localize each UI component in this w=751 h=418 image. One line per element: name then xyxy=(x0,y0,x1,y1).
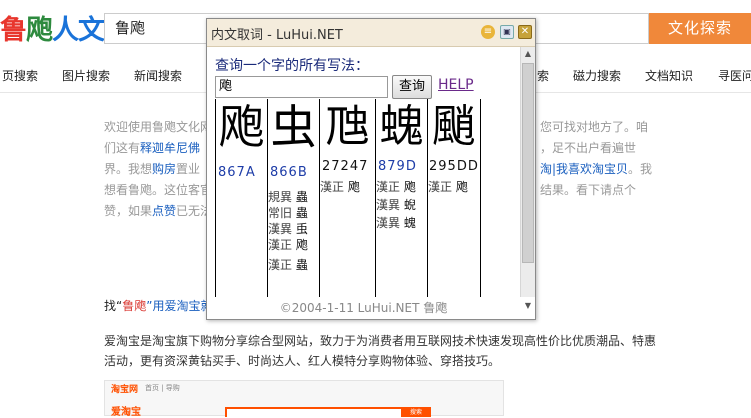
glyph-column-295DD[interactable]: 颵 295DD 漢正 飑 xyxy=(427,99,481,297)
intro-line-2: 们这有释迦牟尼佛 xyxy=(104,141,201,155)
dictionary-popup: 内文取词 - LuHui.NET ≡ ▣ ✕ 查询一个字的所有写法： 飑 查询 … xyxy=(206,18,536,320)
glyph-column-879D[interactable]: 螝 879D 漢正 飑 漢異 蜺 漢異 螝 xyxy=(375,99,428,297)
link-house[interactable]: 购房 xyxy=(152,162,176,176)
variant-row: 漢異 䖝 xyxy=(268,222,308,236)
nav-image-search[interactable]: 图片搜索 xyxy=(62,67,110,84)
link-buddha[interactable]: 释迦牟尼佛 xyxy=(140,141,200,155)
intro-line-5: 赞，如果点赞已无法 xyxy=(104,204,213,218)
variant-row: 漢正 飑 xyxy=(428,180,468,194)
glyph-code: 867A xyxy=(218,165,256,180)
taobao-nav: 首页 | 导购 xyxy=(145,384,180,392)
query-prompt: 查询一个字的所有写法： xyxy=(215,58,369,74)
search-button[interactable]: 文化探索 xyxy=(649,13,751,44)
scroll-up-icon[interactable]: ▲ xyxy=(521,47,535,61)
taobao-logo: 淘宝网 xyxy=(111,385,139,395)
shop-title[interactable]: 找“鲁飑”用爱淘宝就 xyxy=(104,297,212,314)
intro-line-4-end: 结果。看下请点个 xyxy=(540,183,637,197)
intro-line-2-end: ，足不出户看遍世 xyxy=(540,141,637,155)
help-link[interactable]: HELP xyxy=(438,77,474,93)
nav-news-search[interactable]: 新闻搜索 xyxy=(134,67,182,84)
nav-docs[interactable]: 文档知识 xyxy=(645,67,693,84)
query-button[interactable]: 查询 xyxy=(392,75,432,99)
glyph-char: 颵 xyxy=(432,101,476,152)
popup-copyright: ©2004-1-11 LuHui.NET 鲁飑 xyxy=(279,301,448,315)
intro-line-3-end: 淘|我喜欢淘宝贝。我 xyxy=(540,162,653,176)
intro-line-3: 界。我想购房置业 xyxy=(104,162,201,176)
nav-medical[interactable]: 寻医问 xyxy=(718,67,751,84)
glyph-char: 飑 xyxy=(218,100,265,154)
link-taobao[interactable]: 淘|我喜欢淘宝贝 xyxy=(540,162,628,176)
variant-row: 規異 蟲 xyxy=(268,190,308,204)
glyph-column-866B[interactable]: 虫 866B 規異 蟲 常旧 蟲 漢異 䖝 漢正 飑 漢正 蟲 xyxy=(267,99,320,297)
link-like[interactable]: 点赞 xyxy=(152,204,176,218)
scroll-thumb[interactable] xyxy=(522,63,534,263)
nav-magnet-search[interactable]: 磁力搜索 xyxy=(573,67,621,84)
taobao-thumbnail[interactable]: 淘宝网 首页 | 导购 爱淘宝 搜索 xyxy=(104,380,504,418)
variant-row: 常旧 蟲 xyxy=(268,206,308,220)
variant-row: 漢異 螝 xyxy=(376,216,416,230)
glyph-char: 螝 xyxy=(379,101,424,152)
glyph-code: 295DD xyxy=(429,159,479,174)
glyph-code: 27247 xyxy=(322,159,369,174)
scroll-down-icon[interactable]: ▼ xyxy=(521,299,535,313)
site-logo[interactable]: 鲁飑人文 xyxy=(0,8,105,48)
close-icon[interactable]: ✕ xyxy=(518,25,532,39)
nav-web-search[interactable]: 页搜索 xyxy=(2,67,38,84)
glyph-code: 879D xyxy=(378,159,417,174)
variant-row: 漢正 飑 xyxy=(268,238,308,252)
popup-scrollbar[interactable]: ▲ ▼ xyxy=(520,47,535,310)
glyph-code: 866B xyxy=(270,165,308,180)
glyph-char: 虺 xyxy=(325,101,370,152)
character-input[interactable]: 飑 xyxy=(215,76,388,98)
glyph-char: 虫 xyxy=(270,100,317,154)
glyph-column-867A[interactable]: 飑 867A xyxy=(215,99,268,297)
intro-line-1-end: 您可找对地方了。咱 xyxy=(540,120,649,134)
restore-icon[interactable]: ▣ xyxy=(500,25,514,39)
variant-row: 漢正 蟲 xyxy=(268,258,308,272)
menu-icon[interactable]: ≡ xyxy=(481,25,495,39)
glyph-column-27247[interactable]: 虺 27247 漢正 飑 xyxy=(319,99,376,297)
variant-row: 漢正 飑 xyxy=(376,180,416,194)
intro-line-4: 想看鲁飑。这位客官 xyxy=(104,183,213,197)
intro-line-1: 欢迎使用鲁飑文化网 xyxy=(104,120,213,134)
variant-row: 漢正 飑 xyxy=(320,180,360,194)
nav-hidden-search[interactable]: 索 xyxy=(537,67,549,84)
popup-titlebar[interactable]: 内文取词 - LuHui.NET ≡ ▣ ✕ xyxy=(207,19,535,47)
variant-row: 漢異 蜺 xyxy=(376,198,416,212)
shop-description: 爱淘宝是淘宝旗下购物分享综合型网站，致力于为消费者用互联网技术快速发现高性价比优… xyxy=(104,334,657,368)
popup-title: 内文取词 - LuHui.NET xyxy=(211,28,343,43)
